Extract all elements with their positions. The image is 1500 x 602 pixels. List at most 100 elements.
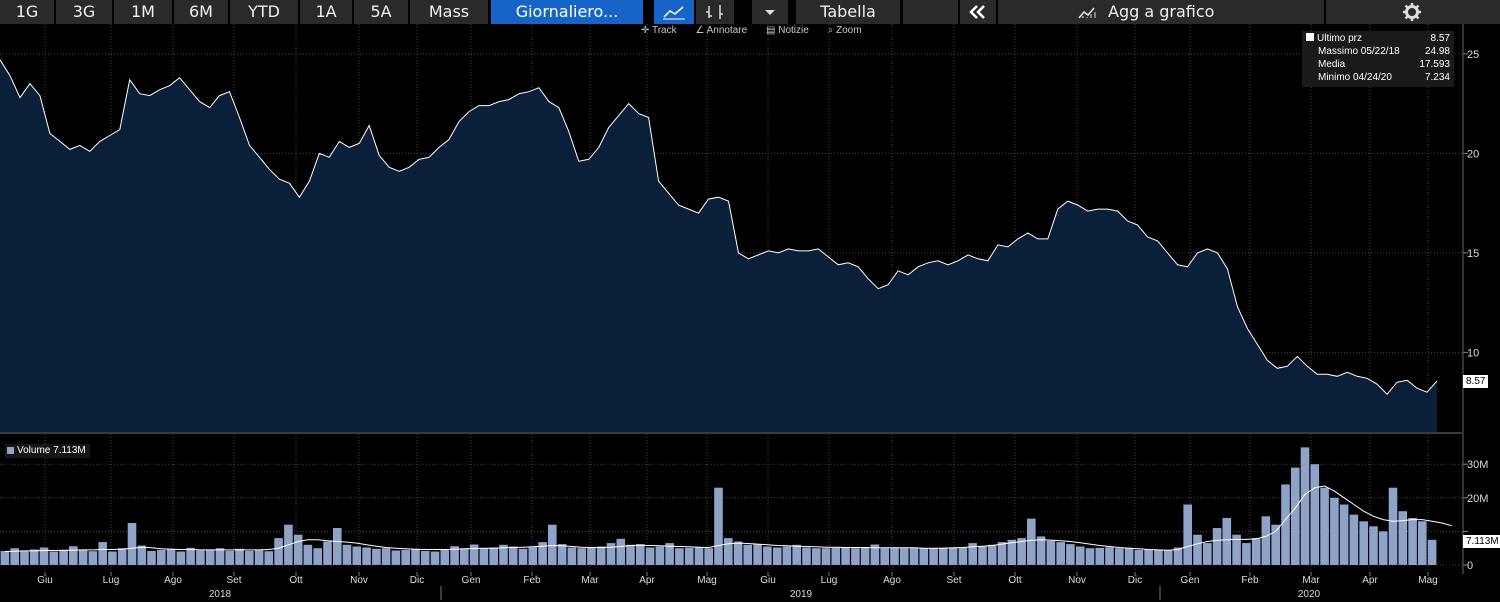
month-label: Nov — [1068, 575, 1086, 586]
volume-bar — [587, 547, 596, 565]
volume-bar — [264, 551, 274, 565]
period-ytd-button[interactable]: YTD — [230, 0, 298, 24]
month-label: Ago — [883, 575, 901, 586]
frequency-dropdown[interactable]: Giornaliero... — [491, 0, 643, 24]
volume-bar — [616, 538, 626, 565]
period-6m-button[interactable]: 6M — [174, 0, 228, 24]
volume-bar — [909, 547, 919, 565]
month-label: Lug — [821, 575, 838, 586]
price-legend: Ultimo prz 8.57 Massimo 05/22/18 24.98 M… — [1302, 31, 1454, 87]
volume-bar — [1105, 547, 1114, 565]
volume-bar — [1222, 518, 1232, 565]
volume-bar — [743, 544, 753, 565]
price-tick-label: 10 — [1467, 347, 1479, 359]
add-to-chart-button[interactable]: Agg a grafico — [998, 0, 1324, 24]
month-label: Ott — [1008, 575, 1022, 586]
volume-tick-label: 0 — [1467, 560, 1473, 572]
volume-bar — [430, 551, 440, 565]
month-label: Dic — [410, 575, 424, 586]
volume-bar — [333, 528, 342, 565]
volume-bar — [724, 538, 733, 565]
volume-bar — [420, 550, 430, 565]
volume-bar — [479, 548, 489, 565]
volume-bar — [675, 548, 684, 565]
legend-min-label: Minimo 04/24/20 — [1318, 72, 1392, 83]
line-chart-icon[interactable] — [654, 0, 694, 24]
period-max-button[interactable]: Mass — [410, 0, 488, 24]
volume-bar — [196, 550, 205, 565]
month-labels: Giu Lug Ago Set Ott Nov Dic Gen Feb Mar Apr Mag Giu L… — [37, 572, 1438, 586]
volume-bar — [1124, 547, 1134, 565]
volume-bar — [88, 551, 98, 565]
volume-bar — [362, 547, 371, 565]
bar-chart-icon[interactable] — [696, 0, 734, 24]
price-chart[interactable]: 10 15 20 25 — [0, 24, 1500, 434]
volume-bar — [440, 549, 450, 565]
month-label: Mag — [697, 575, 716, 586]
month-label: Apr — [639, 575, 655, 586]
price-tick-label: 15 — [1467, 248, 1479, 260]
volume-bar — [176, 551, 186, 565]
volume-bar — [1320, 487, 1329, 565]
volume-bar — [391, 550, 401, 565]
collapse-double-chevron-icon[interactable] — [960, 0, 996, 24]
chevron-down-icon[interactable] — [752, 0, 788, 24]
volume-bar — [1369, 526, 1378, 565]
volume-bar — [381, 548, 391, 565]
volume-bar — [548, 524, 557, 565]
volume-bar — [1046, 540, 1056, 565]
volume-bar — [636, 544, 645, 565]
volume-bar — [303, 544, 313, 565]
period-1g-button[interactable]: 1G — [0, 0, 54, 24]
volume-bar — [508, 546, 518, 565]
volume-bar — [147, 550, 156, 565]
volume-bar — [792, 544, 801, 565]
month-label: Apr — [1362, 575, 1378, 586]
volume-bar — [20, 551, 29, 565]
volume-bar — [1085, 548, 1095, 565]
volume-bar — [948, 547, 958, 565]
volume-bar — [596, 546, 606, 565]
volume-bar — [782, 546, 792, 565]
volume-bar — [733, 541, 743, 565]
month-label: Nov — [350, 575, 368, 586]
time-axis: Giu Lug Ago Set Ott Nov Dic Gen Feb Mar Apr Mag Giu L… — [37, 572, 1438, 600]
volume-bar — [1134, 549, 1144, 565]
month-label: Gen — [1181, 575, 1200, 586]
volume-bar — [1193, 534, 1202, 565]
month-label: Mag — [1418, 575, 1437, 586]
volume-bar — [1349, 514, 1359, 565]
volume-bar — [655, 546, 665, 565]
toolbar-blank-button[interactable] — [903, 0, 958, 24]
period-1a-button[interactable]: 1A — [300, 0, 352, 24]
month-label: Gen — [462, 575, 481, 586]
volume-bar — [831, 547, 841, 565]
volume-legend: Volume 7.113M — [5, 444, 90, 458]
volume-bar — [225, 550, 234, 565]
month-label: Mar — [1302, 575, 1320, 586]
volume-bar — [489, 547, 498, 565]
month-label: Feb — [1241, 575, 1259, 586]
volume-bar — [1203, 543, 1212, 565]
legend-min-value: 7.234 — [1424, 72, 1450, 83]
legend-max-value: 24.98 — [1424, 46, 1450, 57]
volume-bar — [1036, 536, 1046, 565]
volume-bar — [645, 547, 655, 565]
legend-avg: Media 17.593 — [1306, 58, 1450, 71]
legend-last-label: Ultimo prz — [1317, 33, 1363, 44]
volume-bar — [59, 550, 68, 565]
volume-bar — [186, 547, 195, 565]
volume-bar — [352, 546, 362, 565]
period-1m-button[interactable]: 1M — [114, 0, 172, 24]
volume-bar — [821, 548, 831, 565]
period-3g-button[interactable]: 3G — [56, 0, 112, 24]
volume-bar — [1095, 547, 1105, 565]
volume-chart[interactable]: 0 20M 30M — [0, 434, 1500, 574]
period-5a-button[interactable]: 5A — [354, 0, 408, 24]
volume-bar — [1378, 531, 1388, 565]
volume-bar — [29, 549, 39, 565]
volume-bar — [69, 546, 78, 565]
table-button[interactable]: Tabella — [796, 0, 900, 24]
volume-bar — [958, 547, 968, 565]
settings-gear-icon[interactable] — [1326, 0, 1500, 24]
